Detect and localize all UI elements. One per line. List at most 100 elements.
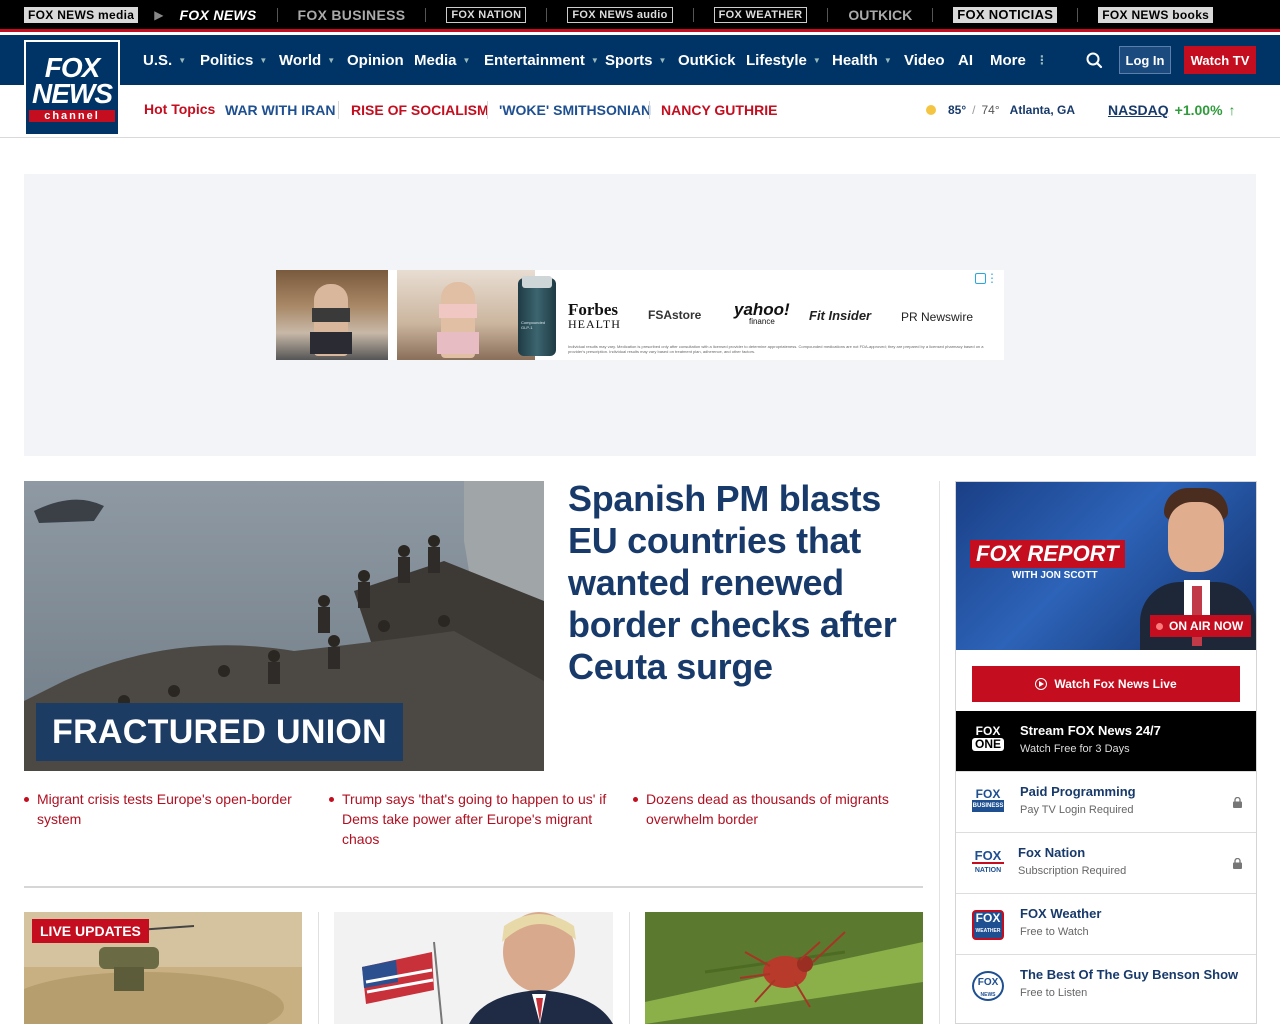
brand-fox-nation[interactable]: FOX NATION: [446, 0, 527, 31]
nav-entertainment[interactable]: Entertainment ▼: [484, 35, 599, 85]
channel-row-paid-programming[interactable]: FOX BUSINESS Paid Programming Pay TV Logi…: [956, 771, 1256, 832]
divider: [546, 7, 548, 22]
divider: [629, 912, 630, 1024]
brand-fox-weather[interactable]: FOX WEATHER: [713, 0, 808, 31]
related-link[interactable]: Migrant crisis tests Europe's open-borde…: [24, 789, 304, 829]
brand-fox-news-media[interactable]: FOX NEWS media: [24, 0, 139, 31]
nav-opinion[interactable]: Opinion: [347, 35, 404, 85]
live-show-thumbnail[interactable]: FOX REPORT WITH JON SCOTT ON AIR NOW: [956, 482, 1256, 650]
play-circle-icon: [1035, 678, 1048, 690]
more-dots-icon: ⋮: [1035, 53, 1048, 67]
network-brand-bar: FOX NEWS media ▶ FOX NEWS FOX BUSINESS F…: [0, 0, 1280, 32]
fox-nation-icon: FOX NATION: [972, 849, 1004, 879]
story-card-image[interactable]: [645, 912, 923, 1024]
brand-fox-news-audio[interactable]: FOX NEWS audio: [567, 0, 673, 31]
chevron-down-icon: ▼: [327, 55, 336, 65]
ad-image-before: [276, 270, 388, 360]
hot-topic-woke-smithsonian[interactable]: 'WOKE' SMITHSONIAN: [499, 85, 651, 135]
ad-brand-forbes: Forbes HEALTH: [568, 300, 621, 331]
ad-disclaimer: Individual results may vary. Medication …: [568, 344, 984, 354]
nav-more[interactable]: More ⋮: [990, 35, 1048, 85]
temp-low: 74°: [981, 103, 1000, 117]
divider: [24, 886, 923, 888]
channel-row-fox-nation[interactable]: FOX NATION Fox Nation Subscription Requir…: [956, 832, 1256, 893]
ad-options-icon[interactable]: ⋮: [986, 272, 998, 284]
fox-one-promo[interactable]: FOX ONE Stream FOX News 24/7 Watch Free …: [956, 711, 1256, 771]
nav-world[interactable]: World ▼: [279, 35, 335, 85]
chevron-down-icon: ▼: [658, 55, 667, 65]
show-host: WITH JON SCOTT: [1012, 570, 1098, 581]
related-link[interactable]: Trump says 'that's going to happen to us…: [329, 789, 614, 849]
brand-fox-business[interactable]: FOX BUSINESS: [298, 0, 406, 31]
market-ticker[interactable]: NASDAQ +1.00% ↑: [1108, 98, 1236, 122]
play-icon: ▶: [154, 7, 164, 22]
ad-brand-fit-insider: Fit Insider: [809, 308, 872, 323]
fox-one-logo: FOX ONE: [972, 725, 1004, 751]
hero-category-label: FRACTURED UNION: [36, 703, 404, 761]
nav-media[interactable]: Media ▼: [414, 35, 470, 85]
brand-fox-noticias[interactable]: FOX NOTICIAS: [953, 0, 1058, 31]
hot-topics-label: Hot Topics: [144, 101, 216, 117]
divider: [1077, 7, 1079, 22]
nav-outkick[interactable]: OutKick: [678, 35, 736, 85]
live-dot-icon: [1156, 622, 1163, 630]
ad-brand-fsastore: FSAstore: [648, 308, 702, 322]
divider: [338, 101, 339, 119]
lock-icon: [1233, 858, 1242, 869]
temp-high: 85°: [948, 103, 967, 117]
arrow-up-icon: ↑: [1228, 102, 1236, 118]
fox-news-radio-icon: FOX NEWS: [972, 971, 1004, 1001]
nav-politics[interactable]: Politics ▼: [200, 35, 267, 85]
ad-choices-icon[interactable]: [975, 273, 986, 284]
channel-row-guy-benson-show[interactable]: FOX NEWS The Best Of The Guy Benson Show …: [956, 954, 1256, 1015]
on-air-badge: ON AIR NOW: [1150, 615, 1252, 637]
live-updates-badge: LIVE UPDATES: [32, 919, 149, 943]
nav-health[interactable]: Health ▼: [832, 35, 892, 85]
chevron-down-icon: ▼: [259, 55, 268, 65]
nav-lifestyle[interactable]: Lifestyle ▼: [746, 35, 821, 85]
divider: [827, 7, 829, 22]
fox-business-icon: FOX BUSINESS: [972, 788, 1004, 818]
brand-outkick[interactable]: OUTKICK: [848, 0, 912, 31]
ad-vial-image: Compounded GLP-1: [518, 276, 556, 356]
column-divider: [939, 481, 940, 1024]
chevron-down-icon: ▼: [883, 55, 892, 65]
market-name: NASDAQ: [1108, 102, 1169, 118]
hot-topic-war-with-iran[interactable]: WAR WITH IRAN: [225, 85, 335, 135]
hero-headline[interactable]: Spanish PM blasts EU countries that want…: [568, 478, 924, 688]
divider: [649, 101, 650, 119]
weather-widget[interactable]: 85° / 74° Atlanta, GA: [926, 98, 1075, 122]
nav-video[interactable]: Video: [904, 35, 945, 85]
login-button[interactable]: Log In: [1119, 46, 1171, 74]
watch-live-sidebar: FOX REPORT WITH JON SCOTT ON AIR NOW Wat…: [955, 481, 1257, 1024]
show-logo: FOX REPORT: [970, 540, 1125, 568]
chevron-down-icon: ▼: [178, 55, 187, 65]
search-icon[interactable]: [1085, 48, 1105, 72]
ad-brand-yahoo-finance: yahoo! finance: [734, 300, 790, 326]
story-card-image[interactable]: [334, 912, 613, 1024]
ad-image-after: [397, 270, 535, 360]
divider: [425, 7, 427, 22]
fox-news-logo[interactable]: FOX NEWS channel: [24, 40, 120, 136]
sun-icon: [926, 105, 936, 115]
ad-brand-pr-newswire: PR Newswire: [901, 310, 974, 324]
chevron-down-icon: ▼: [462, 55, 471, 65]
brand-fox-news[interactable]: FOX NEWS: [179, 0, 256, 31]
divider: [487, 101, 488, 119]
divider: [692, 7, 694, 22]
watch-fox-news-live-button[interactable]: Watch Fox News Live: [972, 666, 1240, 702]
hot-topic-rise-of-socialism[interactable]: RISE OF SOCIALISM: [351, 85, 489, 135]
nav-sports[interactable]: Sports ▼: [605, 35, 666, 85]
divider: [932, 7, 934, 22]
related-link[interactable]: Dozens dead as thousands of migrants ove…: [633, 789, 918, 829]
nav-ai[interactable]: AI: [958, 35, 973, 85]
lock-icon: [1233, 797, 1242, 808]
brand-fox-news-books[interactable]: FOX NEWS books: [1098, 0, 1214, 31]
temp-separator: /: [972, 103, 976, 117]
advertisement-banner[interactable]: Compounded GLP-1 Forbes HEALTH FSAstore …: [276, 270, 1004, 360]
hot-topic-nancy-guthrie[interactable]: NANCY GUTHRIE: [661, 85, 777, 135]
watch-tv-button[interactable]: Watch TV: [1184, 46, 1256, 74]
divider: [318, 912, 319, 1024]
channel-row-fox-weather[interactable]: FOX WEATHER FOX Weather Free to Watch: [956, 893, 1256, 954]
nav-us[interactable]: U.S. ▼: [143, 35, 186, 85]
